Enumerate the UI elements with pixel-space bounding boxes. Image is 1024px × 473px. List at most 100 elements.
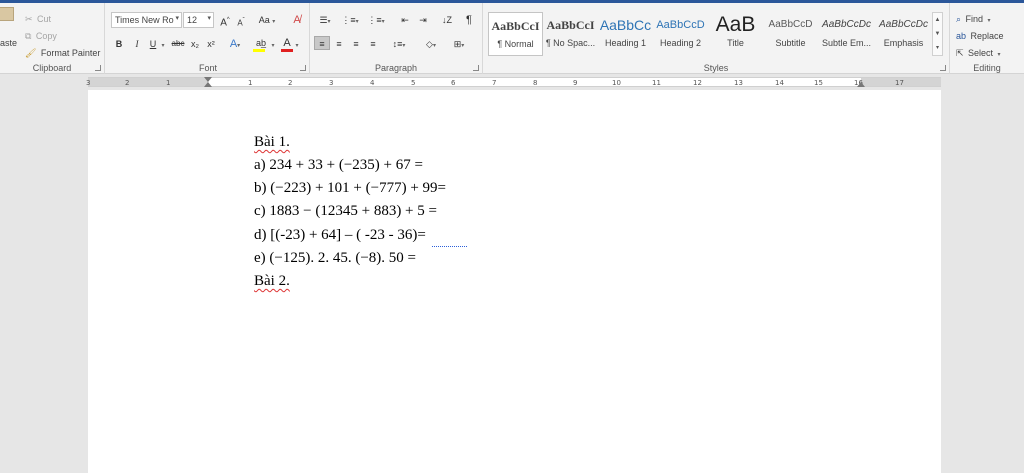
style-sample: AaBbCcDc <box>879 19 928 30</box>
document-line[interactable]: c) 1883 − (12345 + 883) + 5 = <box>254 203 437 220</box>
align-center-icon[interactable]: ≡ <box>332 37 346 51</box>
clipboard-group-label: Clipboard <box>32 63 72 73</box>
paintbrush-icon: 🖌 <box>25 48 37 58</box>
chevron-down-icon[interactable]: ▾ <box>159 37 167 51</box>
align-left-icon[interactable]: ≡ <box>314 36 330 50</box>
cursor-icon: ⇱ <box>956 48 964 58</box>
style-emphasis[interactable]: AaBbCcDc Emphasis <box>876 12 931 56</box>
justify-icon[interactable]: ≡ <box>366 37 380 51</box>
text-effects-button[interactable]: A▾ <box>227 37 243 51</box>
style-sample: AaBbCc <box>599 17 652 33</box>
find-label: Find <box>965 14 984 24</box>
style-sample: AaBbCcI <box>546 18 595 32</box>
clear-formatting-icon[interactable]: A̸ <box>290 13 304 27</box>
copy-icon: ⧉ <box>25 31 32 41</box>
chevron-down-icon: ▾ <box>987 18 991 24</box>
align-right-icon[interactable]: ≡ <box>349 37 363 51</box>
ruler-number: 2 <box>125 79 130 87</box>
superscript-button[interactable]: x² <box>205 37 217 51</box>
ruler-number: 1 <box>166 79 171 87</box>
grow-font-button[interactable]: A^ <box>219 13 231 29</box>
format-painter-button[interactable]: 🖌 Format Painter <box>25 43 100 58</box>
subscript-button[interactable]: x₂ <box>189 37 201 51</box>
numbering-icon[interactable]: ⋮≡▾ <box>340 13 360 27</box>
bold-button[interactable]: B <box>113 37 125 51</box>
copy-label: Copy <box>35 31 57 41</box>
chevron-up-icon[interactable]: ▲ <box>933 13 942 27</box>
font-size-combo[interactable]: 12 ▾ <box>183 12 214 28</box>
style-heading-2[interactable]: AaBbCcD Heading 2 <box>653 12 708 56</box>
chevron-down-icon[interactable]: ▼ <box>933 27 942 41</box>
styles-gallery-scroll[interactable]: ▲ ▼ ▾ <box>932 12 943 56</box>
style-normal[interactable]: AaBbCcI ¶ Normal <box>488 12 543 56</box>
ruler-number: 5 <box>411 79 416 87</box>
search-icon: ⌕ <box>956 14 962 24</box>
document-page[interactable] <box>88 90 941 473</box>
strikethrough-button[interactable]: abc <box>170 37 186 51</box>
clipboard-launcher-icon[interactable] <box>95 65 101 71</box>
shrink-font-button[interactable]: Aˇ <box>235 14 247 28</box>
decrease-indent-icon[interactable]: ⇤ <box>398 13 412 27</box>
chevron-down-icon: ▾ <box>272 19 276 25</box>
grow-font-label: A <box>220 17 227 29</box>
document-line[interactable]: Bài 1. <box>254 134 290 151</box>
ruler-number: 8 <box>533 79 538 87</box>
shrink-caret-icon: ˇ <box>242 18 245 24</box>
hanging-indent-marker[interactable] <box>204 82 212 87</box>
style-no-spacing[interactable]: AaBbCcI ¶ No Spac... <box>543 12 598 56</box>
style-heading-1[interactable]: AaBbCc Heading 1 <box>598 12 653 56</box>
document-line[interactable]: d) [(-23) + 64] – ( -23 - 36)= <box>254 227 426 244</box>
ruler-number: 4 <box>370 79 375 87</box>
font-launcher-icon[interactable] <box>300 65 306 71</box>
ruler-number: 7 <box>492 79 497 87</box>
replace-label: Replace <box>970 31 1004 41</box>
font-size-value: 12 <box>187 15 198 25</box>
show-marks-button[interactable]: ¶ <box>463 13 475 27</box>
ribbon: aste ✂ Cut ⧉ Copy 🖌 Format Painter Clipb… <box>0 0 1024 74</box>
document-line[interactable]: a) 234 + 33 + (−235) + 67 = <box>254 157 423 174</box>
line-spacing-icon[interactable]: ↕≡▾ <box>388 37 410 51</box>
style-title[interactable]: AaB Title <box>708 12 763 56</box>
replace-button[interactable]: ab Replace <box>956 26 1004 44</box>
ruler-number: 6 <box>451 79 456 87</box>
document-line[interactable]: e) (−125). 2. 45. (−8). 50 = <box>254 250 416 267</box>
find-button[interactable]: ⌕ Find ▾ <box>956 9 990 27</box>
multilevel-list-icon[interactable]: ⋮≡▾ <box>365 13 387 27</box>
style-sample: AaBbCcD <box>656 19 705 31</box>
document-line[interactable]: b) (−223) + 101 + (−777) + 99= <box>254 180 446 197</box>
style-sample: AaBbCcDc <box>822 19 871 30</box>
increase-indent-icon[interactable]: ⇥ <box>416 13 430 27</box>
chevron-down-icon[interactable]: ▾ <box>293 37 301 51</box>
underline-button[interactable]: U <box>147 37 159 51</box>
highlighter-icon: ab̲ <box>255 38 266 48</box>
ruler-number: 12 <box>693 79 702 87</box>
highlight-button[interactable]: ab̲ <box>253 36 269 50</box>
bullets-icon[interactable]: ☰▾ <box>315 13 335 27</box>
font-color-button[interactable]: A <box>281 36 293 50</box>
cut-button[interactable]: ✂ Cut <box>25 9 51 24</box>
style-subtitle[interactable]: AaBbCcD Subtitle <box>763 12 818 56</box>
horizontal-ruler[interactable]: 3 2 1 1 2 3 4 5 6 7 8 9 10 11 12 13 14 1… <box>86 77 941 87</box>
shading-icon[interactable]: ◇▾ <box>420 37 442 51</box>
paste-button[interactable]: aste <box>0 5 18 48</box>
select-button[interactable]: ⇱ Select ▾ <box>956 43 1000 61</box>
sort-icon[interactable]: ↓Z <box>440 13 454 27</box>
chevron-down-icon[interactable]: ▾ <box>269 37 277 51</box>
styles-launcher-icon[interactable] <box>940 65 946 71</box>
italic-button[interactable]: I <box>131 37 143 51</box>
font-name-combo[interactable]: Times New Ro ▾ <box>111 12 182 28</box>
document-line[interactable]: Bài 2. <box>254 273 290 290</box>
paragraph-launcher-icon[interactable] <box>473 65 479 71</box>
styles-group-label: Styles <box>703 63 729 73</box>
style-name: Title <box>727 38 744 48</box>
change-case-button[interactable]: Aa ▾ <box>257 13 277 27</box>
styles-group: AaBbCcI ¶ Normal AaBbCcI ¶ No Spac... Aa… <box>483 3 950 74</box>
right-indent-marker[interactable] <box>857 82 865 87</box>
ruler-number: 14 <box>775 79 784 87</box>
more-styles-icon[interactable]: ▾ <box>933 41 942 55</box>
style-subtle-emphasis[interactable]: AaBbCcDc Subtle Em... <box>819 12 874 56</box>
highlight-color-swatch <box>253 49 265 52</box>
borders-icon[interactable]: ⊞▾ <box>448 37 470 51</box>
font-group-label: Font <box>198 63 217 73</box>
copy-button[interactable]: ⧉ Copy <box>25 26 57 41</box>
